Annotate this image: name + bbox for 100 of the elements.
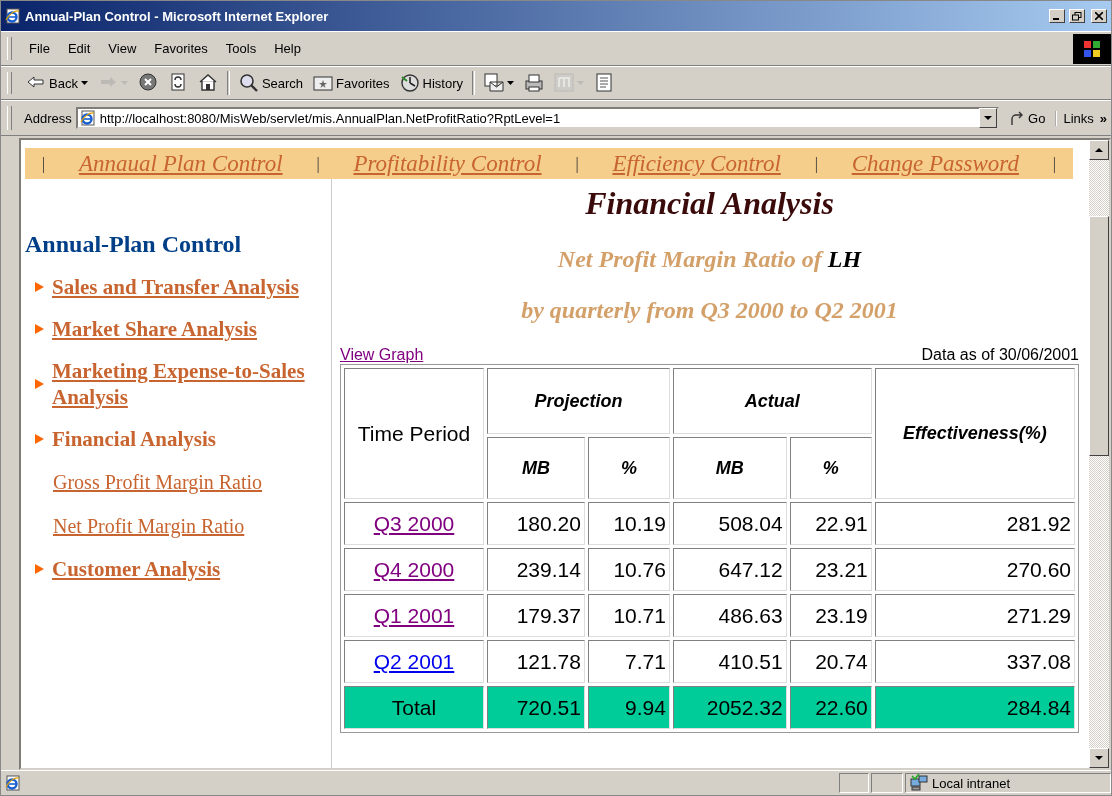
sidebar-title: Annual-Plan Control	[25, 231, 243, 258]
table-cell: 10.76	[587, 548, 670, 591]
clock-icon	[399, 73, 420, 93]
close-icon	[1095, 12, 1103, 20]
table-header: Time Period	[344, 368, 484, 499]
page-icon	[5, 775, 21, 791]
table-cell: 10.19	[587, 502, 670, 545]
table-cell: 2052.32	[672, 686, 787, 729]
separator: |	[41, 154, 46, 173]
sidebar-link[interactable]: Market Share Analysis	[52, 316, 314, 342]
scrollbar-thumb[interactable]	[1089, 216, 1109, 456]
printer-icon	[524, 73, 545, 93]
table-cell: 281.92	[874, 502, 1075, 545]
go-button[interactable]: Go	[1003, 110, 1052, 126]
table-header: Effectiveness(%)	[874, 368, 1075, 499]
more-chevron[interactable]: »	[1099, 110, 1107, 126]
table-cell: 410.51	[672, 640, 787, 683]
stop-icon	[137, 73, 158, 93]
down-triangle-icon	[1095, 756, 1103, 760]
minimize-button[interactable]	[1049, 9, 1065, 23]
table-cell: 23.21	[789, 548, 872, 591]
table-header: %	[789, 437, 872, 499]
table-header: MB	[672, 437, 787, 499]
table-cell: 22.91	[789, 502, 872, 545]
ie-logo-icon	[5, 8, 21, 24]
table-cell: 20.74	[789, 640, 872, 683]
view-graph-link[interactable]: View Graph	[340, 346, 424, 364]
security-zone-label: Local intranet	[932, 775, 1011, 791]
table-header: Projection	[487, 368, 670, 434]
table-cell: 720.51	[487, 686, 585, 729]
caret-icon	[507, 81, 515, 85]
caret-icon	[984, 116, 993, 120]
table-cell: 270.60	[874, 548, 1075, 591]
separator: |	[575, 154, 579, 173]
table-cell: 508.04	[672, 502, 787, 545]
bullet-icon	[35, 379, 44, 389]
back-toolbar-button[interactable]: Back	[22, 71, 92, 95]
table-header: Actual	[672, 368, 872, 434]
period-link[interactable]: Q4 2000	[373, 557, 455, 581]
scroll-up-button[interactable]	[1089, 140, 1109, 160]
table-cell: 23.19	[789, 594, 872, 637]
menu-item[interactable]: Edit	[58, 39, 100, 58]
company-code: LH	[827, 246, 862, 273]
separator: |	[814, 154, 818, 173]
sidebar-link[interactable]: Customer Analysis	[52, 556, 314, 582]
table-cell: 284.84	[874, 686, 1075, 729]
sidebar-sublink[interactable]: Gross Profit Margin Ratio	[25, 468, 331, 496]
mail-icon	[484, 73, 505, 93]
sidebar-link[interactable]: Sales and Transfer Analysis	[52, 274, 314, 300]
table-cell: 271.29	[874, 594, 1075, 637]
scroll-down-button[interactable]	[1089, 748, 1109, 768]
table-cell: 486.63	[672, 594, 787, 637]
menu-item[interactable]: Favorites	[145, 39, 217, 58]
network-computer-icon	[910, 774, 928, 792]
close-button[interactable]	[1091, 9, 1107, 23]
favorites-toolbar-button[interactable]: Favorites	[309, 71, 394, 95]
page-icon	[79, 110, 96, 126]
document-icon	[594, 73, 615, 93]
bullet-icon	[35, 282, 44, 292]
separator: |	[316, 154, 320, 173]
history-toolbar-button[interactable]: History	[395, 71, 468, 95]
table-cell: Total	[344, 686, 484, 729]
sidebar-link[interactable]: Marketing Expense-to-Sales Analysis	[52, 358, 314, 410]
menu-item[interactable]: Help	[265, 39, 310, 58]
table-header: MB	[487, 437, 585, 499]
dropdown-button[interactable]	[979, 108, 998, 128]
caret-icon	[80, 81, 88, 85]
table-cell: 180.20	[487, 502, 585, 545]
period-link[interactable]: Q3 2000	[373, 511, 455, 535]
status-panel	[871, 773, 903, 793]
windows-logo-icon	[1073, 33, 1111, 64]
menu-item[interactable]: Tools	[216, 39, 266, 58]
restore-icon	[1072, 11, 1082, 21]
status-panel	[839, 773, 869, 793]
data-date: Data as of 30/06/2001	[921, 346, 1079, 364]
bullet-icon	[35, 324, 44, 334]
links-button[interactable]: Links	[1055, 110, 1094, 126]
up-triangle-icon	[1095, 148, 1103, 152]
table-cell: 22.60	[789, 686, 872, 729]
table-cell: 121.78	[487, 640, 585, 683]
separator: |	[1052, 154, 1056, 173]
menu-item[interactable]: View	[99, 39, 146, 58]
table-cell: 7.71	[587, 640, 670, 683]
star-folder-icon	[313, 73, 334, 93]
table-cell: 9.94	[587, 686, 670, 729]
search-toolbar-button[interactable]: Search	[234, 71, 308, 95]
bullet-icon	[35, 564, 44, 574]
period-link[interactable]: Q1 2001	[373, 603, 455, 627]
table-cell: 10.71	[587, 594, 670, 637]
address-field[interactable]: http://localhost:8080/MisWeb/servlet/mis.AnnualPlan.NetProfitRatio?RptLevel=1	[75, 107, 1000, 129]
period-link[interactable]: Q2 2001	[373, 649, 455, 673]
address-label: Address	[24, 110, 72, 126]
table-cell: 337.08	[874, 640, 1075, 683]
table-cell: 239.14	[487, 548, 585, 591]
sidebar-sublink[interactable]: Net Profit Margin Ratio	[25, 512, 331, 540]
bullet-icon	[35, 434, 44, 444]
sidebar-link[interactable]: Financial Analysis	[52, 426, 314, 452]
restore-button[interactable]	[1069, 9, 1085, 23]
search-icon	[238, 73, 259, 93]
menu-item[interactable]: File	[20, 39, 59, 58]
